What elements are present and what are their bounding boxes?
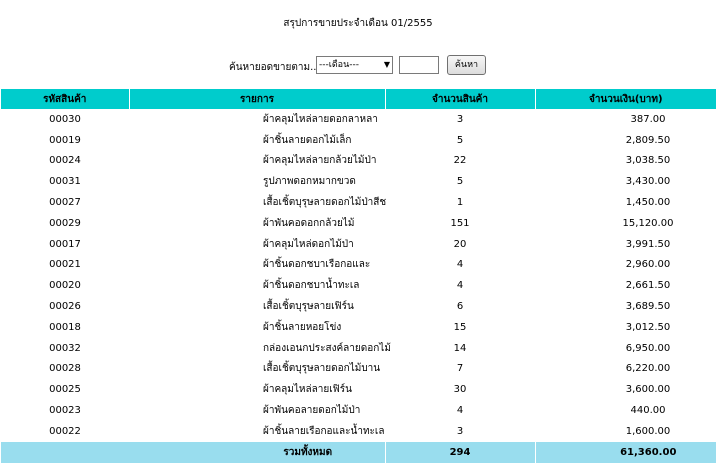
cell-amount: 15,120.00 — [622, 217, 674, 229]
header-name: รายการ — [129, 89, 386, 109]
cell-qty: 5 — [456, 134, 464, 146]
total-amount: 61,360.00 — [535, 441, 716, 463]
cell-amount: 3,991.50 — [625, 238, 671, 250]
table-row: 00027 เสื้อเชิ้ตบุรุษลายดอกไม้ป่าสีช 1 1,45… — [1, 192, 716, 213]
table-row: 00017 ผ้าคลุมไหล่ดอกไม้ป่า 20 3,991.50 — [1, 234, 716, 255]
cell-name: ผ้าชิ้นดอกชบาเรือกอและ — [263, 259, 371, 271]
table-row: 00025 ผ้าคลุมไหล่ลายเฟิร์น 30 3,600.00 — [1, 379, 716, 400]
cell-amount: 3,600.00 — [625, 384, 671, 396]
cell-amount: 3,038.50 — [625, 155, 671, 167]
cell-qty: 7 — [456, 363, 464, 375]
cell-code: 00018 — [49, 321, 81, 333]
cell-code: 00029 — [49, 217, 81, 229]
cell-amount: 6,220.00 — [625, 363, 671, 375]
cell-amount: 3,689.50 — [625, 301, 671, 313]
cell-code: 00025 — [49, 384, 81, 396]
cell-name: ผ้าคลุมไหล่ลายกล้วยไม้ป่า — [263, 155, 377, 167]
cell-qty: 4 — [456, 259, 464, 271]
cell-name: ผ้าชิ้นดอกชบาน้ำทะเล — [263, 280, 360, 292]
cell-qty: 22 — [453, 155, 467, 167]
cell-name: เสื้อเชิ้ตบุรุษลายดอกไม้ป่าสีช — [263, 197, 387, 209]
cell-name: ผ้าชิ้นลายเรือกอและน้ำทะเล — [263, 425, 385, 437]
header-code: รหัสสินค้า — [1, 89, 130, 109]
table-row: 00029 ผ้าพันคอดอกกล้วยไม้ 151 15,120.00 — [1, 213, 716, 234]
table-row: 00030 ผ้าคลุมไหล่ลายดอกลาหลา 3 387.00 — [1, 109, 716, 130]
total-label: รวมทั้งหมด — [1, 441, 386, 463]
cell-code: 00020 — [49, 280, 81, 292]
cell-qty: 151 — [450, 217, 470, 229]
table-row: 00032 กล่องเอนกประสงค์ลายดอกไม้ 14 6,950.00 — [1, 338, 716, 359]
search-label: ค้นหายอดขายตาม... — [229, 62, 320, 73]
cell-qty: 15 — [453, 321, 467, 333]
cell-code: 00032 — [49, 342, 81, 354]
header-amount: จำนวนเงิน(บาท) — [535, 89, 716, 109]
cell-code: 00028 — [49, 363, 81, 375]
cell-amount: 1,450.00 — [625, 197, 671, 209]
cell-name: ผ้าคลุมไหล่ลายเฟิร์น — [263, 384, 352, 396]
cell-name: เสื้อเชิ้ตบุรุษลายดอกไม้บาน — [263, 363, 381, 375]
cell-amount: 3,012.50 — [625, 321, 671, 333]
cell-qty: 4 — [456, 280, 464, 292]
cell-amount: 387.00 — [630, 113, 666, 125]
table-row: 00031 รูปภาพดอกหมากขวด 5 3,430.00 — [1, 171, 716, 192]
year-input[interactable] — [399, 56, 439, 74]
cell-qty: 4 — [456, 405, 464, 417]
cell-amount: 1,600.00 — [625, 425, 671, 437]
cell-code: 00019 — [49, 134, 81, 146]
cell-code: 00023 — [49, 405, 81, 417]
table-header-row: รหัสสินค้า รายการ จำนวนสินค้า จำนวนเงิน(… — [1, 89, 716, 109]
cell-qty: 3 — [456, 113, 464, 125]
header-qty: จำนวนสินค้า — [385, 89, 536, 109]
cell-name: ผ้าพันคอลายดอกไม้ป่า — [263, 405, 361, 417]
cell-qty: 6 — [456, 301, 464, 313]
cell-code: 00026 — [49, 301, 81, 313]
cell-name: รูปภาพดอกหมากขวด — [263, 176, 356, 188]
table-row: 00019 ผ้าชิ้นลายดอกไม้เล็ก 5 2,809.50 — [1, 130, 716, 151]
cell-code: 00030 — [49, 113, 81, 125]
cell-code: 00017 — [49, 238, 81, 250]
cell-name: ผ้าพันคอดอกกล้วยไม้ — [263, 217, 355, 229]
table-row: 00020 ผ้าชิ้นดอกชบาน้ำทะเล 4 2,661.50 — [1, 275, 716, 296]
cell-name: ผ้าคลุมไหล่ดอกไม้ป่า — [263, 238, 354, 250]
dropdown-arrow-icon: ▼ — [383, 60, 390, 69]
cell-amount: 3,430.00 — [625, 176, 671, 188]
table-row: 00018 ผ้าชิ้นลายหอยโข่ง 15 3,012.50 — [1, 317, 716, 338]
table-footer-row: รวมทั้งหมด 294 61,360.00 — [1, 441, 716, 463]
cell-name: เสื้อเชิ้ตบุรุษลายเฟิร์น — [263, 301, 354, 313]
cell-name: ผ้าชิ้นลายหอยโข่ง — [263, 321, 342, 333]
search-button[interactable]: ค้นหา — [447, 55, 486, 75]
cell-code: 00021 — [49, 259, 81, 271]
cell-qty: 14 — [453, 342, 467, 354]
cell-qty: 30 — [453, 384, 467, 396]
total-qty: 294 — [385, 441, 536, 463]
cell-amount: 2,960.00 — [625, 259, 671, 271]
cell-qty: 3 — [456, 425, 464, 437]
cell-code: 00031 — [49, 176, 81, 188]
cell-qty: 20 — [453, 238, 467, 250]
table-row: 00021 ผ้าชิ้นดอกชบาเรือกอและ 4 2,960.00 — [1, 255, 716, 276]
table-row: 00026 เสื้อเชิ้ตบุรุษลายเฟิร์น 6 3,689.50 — [1, 296, 716, 317]
cell-code: 00027 — [49, 197, 81, 209]
cell-amount: 6,950.00 — [625, 342, 671, 354]
cell-name: กล่องเอนกประสงค์ลายดอกไม้ — [263, 342, 391, 354]
table-row: 00024 ผ้าคลุมไหล่ลายกล้วยไม้ป่า 22 3,038.50 — [1, 151, 716, 172]
table-row: 00022 ผ้าชิ้นลายเรือกอและน้ำทะเล 3 1,600.00 — [1, 421, 716, 442]
cell-code: 00024 — [49, 155, 81, 167]
cell-name: ผ้าคลุมไหล่ลายดอกลาหลา — [263, 113, 378, 125]
month-select-value: ---เดือน--- — [319, 60, 359, 70]
cell-code: 00022 — [49, 425, 81, 437]
report-title: สรุปการขายประจำเดือน 01/2555 — [283, 18, 433, 29]
cell-amount: 2,809.50 — [625, 134, 671, 146]
table-row: 00023 ผ้าพันคอลายดอกไม้ป่า 4 440.00 — [1, 400, 716, 421]
sales-table: รหัสสินค้า รายการ จำนวนสินค้า จำนวนเงิน(… — [1, 89, 716, 463]
cell-qty: 5 — [456, 176, 464, 188]
cell-qty: 1 — [456, 197, 464, 209]
cell-amount: 440.00 — [630, 405, 666, 417]
search-form: ค้นหายอดขายตาม... ---เดือน--- ▼ ค้นหา — [0, 54, 716, 76]
month-select[interactable]: ---เดือน--- ▼ — [316, 56, 393, 74]
table-row: 00028 เสื้อเชิ้ตบุรุษลายดอกไม้บาน 7 6,220.0… — [1, 359, 716, 380]
cell-name: ผ้าชิ้นลายดอกไม้เล็ก — [263, 134, 352, 146]
cell-amount: 2,661.50 — [625, 280, 671, 292]
